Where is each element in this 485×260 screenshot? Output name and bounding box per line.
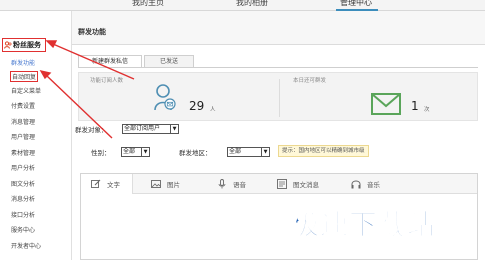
sidebar-item-interface-analysis[interactable]: 接口分析 xyxy=(11,210,35,219)
remaining-unit: 次 xyxy=(424,107,430,113)
headphones-icon xyxy=(351,179,361,189)
sidebar-section-label: 粉丝服务 xyxy=(13,41,41,49)
sidebar-item-message-management[interactable]: 消息管理 xyxy=(11,117,35,126)
sidebar-item-article-analysis[interactable]: 图文分析 xyxy=(11,179,35,188)
sidebar-item-custom-menu[interactable]: 自定义菜单 xyxy=(11,86,41,95)
remaining-label: 本日还可群发 xyxy=(293,78,327,84)
stats-divider xyxy=(279,79,280,117)
editor-tab-label: 文字 xyxy=(107,181,120,189)
region-select[interactable]: 全部 ▼ xyxy=(227,147,270,157)
gender-select-value: 全部 xyxy=(123,148,136,155)
sidebar-item-service-center[interactable]: 服务中心 xyxy=(11,225,35,234)
nav-my-album[interactable]: 我的相册 xyxy=(236,0,268,8)
pencil-icon xyxy=(91,179,101,189)
region-label: 群发地区： xyxy=(179,149,212,157)
stats-panel: 功能订阅人数 29 人 本日还可群发 1 次 xyxy=(78,72,478,121)
editor-toolbar: 文字 图片 语音 图文消息 音乐 xyxy=(81,174,477,194)
subscribers-count: 29 xyxy=(189,99,205,113)
editor-tab-label: 图文消息 xyxy=(293,181,319,189)
sidebar-item-user-analysis[interactable]: 用户分析 xyxy=(11,163,35,172)
chevron-down-icon: ▼ xyxy=(170,125,178,133)
nav-management-center[interactable]: 管理中心 xyxy=(340,0,372,8)
microphone-icon xyxy=(217,179,227,189)
editor-tab-music[interactable]: 音乐 xyxy=(351,174,380,194)
picture-icon xyxy=(151,179,161,189)
editor-tab-article[interactable]: 图文消息 xyxy=(277,174,319,194)
mail-icon xyxy=(371,92,401,120)
remaining-count: 1 xyxy=(411,99,419,113)
user-icon xyxy=(154,82,176,116)
sidebar-item-mass-send[interactable]: 群发功能 xyxy=(11,58,35,67)
editor-tab-label: 图片 xyxy=(167,181,180,189)
chevron-down-icon: ▼ xyxy=(261,148,269,156)
region-select-value: 全部 xyxy=(229,148,242,155)
main-header: 群发功能 xyxy=(72,11,485,45)
page-title: 群发功能 xyxy=(78,28,106,36)
sidebar-item-payment-settings[interactable]: 付费设置 xyxy=(11,101,35,110)
editor-tab-image[interactable]: 图片 xyxy=(151,174,180,194)
editor-tab-label: 音乐 xyxy=(367,181,380,189)
gender-label: 性别： xyxy=(91,149,111,157)
tab-divider-line xyxy=(78,67,478,68)
sidebar-section-fan-service[interactable]: 粉丝服务 xyxy=(2,38,46,52)
sidebar: 粉丝服务 群发功能 自动回复 自定义菜单 付费设置 消息管理 用户管理 素材管理… xyxy=(0,11,72,260)
editor-tab-text[interactable]: 文字 xyxy=(81,174,133,194)
nav-my-homepage[interactable]: 我的主页 xyxy=(132,0,164,8)
subscribers-unit: 人 xyxy=(210,107,216,113)
top-nav-bar: 我的主页 我的相册 管理中心 xyxy=(0,0,485,11)
editor-tab-voice[interactable]: 语音 xyxy=(217,174,246,194)
target-select[interactable]: 全部订阅用户 ▼ xyxy=(122,124,179,134)
chevron-down-icon: ▼ xyxy=(141,148,149,156)
target-label: 群发对象： xyxy=(75,126,108,134)
subscribers-label: 功能订阅人数 xyxy=(90,78,124,84)
sidebar-item-message-analysis[interactable]: 消息分析 xyxy=(11,194,35,203)
sidebar-item-auto-reply[interactable]: 自动回复 xyxy=(10,71,39,82)
article-icon xyxy=(277,179,287,189)
target-select-value: 全部订阅用户 xyxy=(124,125,161,132)
region-hint: 提示：国内地区可以精确到城市级 xyxy=(278,145,369,157)
sidebar-item-developer-center[interactable]: 开发者中心 xyxy=(11,241,41,250)
gender-select[interactable]: 全部 ▼ xyxy=(121,147,150,157)
sidebar-item-user-management[interactable]: 用户管理 xyxy=(11,132,35,141)
sidebar-item-material-management[interactable]: 素材管理 xyxy=(11,148,35,157)
people-icon xyxy=(4,41,12,49)
editor-tab-label: 语音 xyxy=(233,181,246,189)
watermark-text: 极速下载站 xyxy=(290,208,437,242)
